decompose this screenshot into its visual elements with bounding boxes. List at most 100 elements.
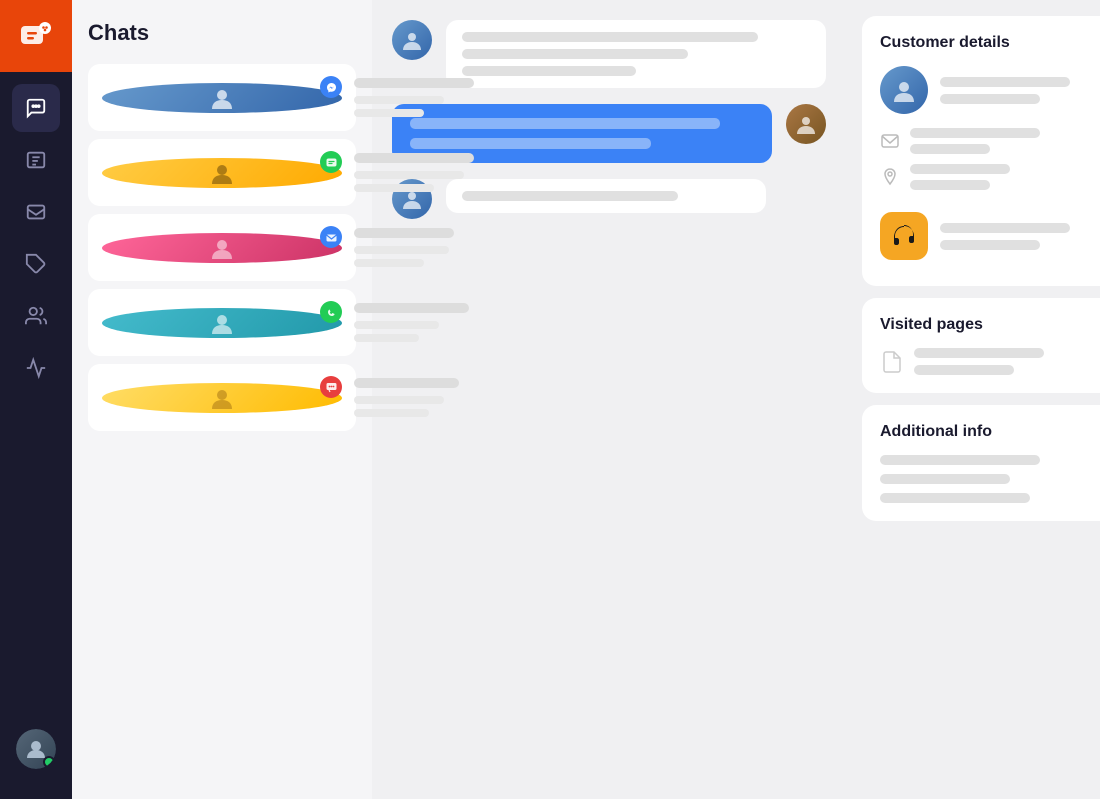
customer-details-title: Customer details — [880, 34, 1100, 52]
email-bar2 — [910, 144, 990, 154]
customer-name-bars — [940, 77, 1070, 104]
page-title: Chats — [88, 20, 356, 46]
email-badge — [320, 226, 342, 248]
sidebar-item-chats[interactable] — [12, 84, 60, 132]
contact-location-bars — [910, 164, 1010, 190]
sidebar — [0, 0, 72, 799]
email-icon — [325, 231, 338, 244]
email-bar — [910, 128, 1040, 138]
sidebar-item-teams[interactable] — [12, 292, 60, 340]
msg-avatar — [392, 20, 432, 60]
chat-msg-bar2 — [354, 109, 424, 117]
document-icon-svg — [880, 350, 904, 374]
msg-line-blue — [410, 118, 720, 129]
chat-item[interactable] — [88, 139, 356, 206]
location-icon-svg — [880, 167, 900, 187]
email-icon-svg — [880, 131, 900, 151]
sidebar-item-inbox[interactable] — [12, 188, 60, 236]
chat-msg-bar — [354, 96, 444, 104]
reports-icon — [25, 357, 47, 379]
customer-details-card: Customer details — [862, 16, 1100, 286]
sidebar-item-reports[interactable] — [12, 344, 60, 392]
chat-avatar — [102, 233, 342, 263]
sidebar-item-coupons[interactable] — [12, 240, 60, 288]
location-bar — [910, 164, 1010, 174]
right-panel: Customer details — [846, 0, 1100, 799]
chat-msg-bar — [354, 321, 439, 329]
chat-info — [354, 228, 454, 267]
chat-name-bar — [354, 378, 459, 388]
online-status-dot — [43, 756, 55, 768]
location-bar2 — [910, 180, 990, 190]
user-avatar[interactable] — [16, 729, 56, 769]
sidebar-item-tickets[interactable] — [12, 136, 60, 184]
headphones-icon — [890, 222, 918, 250]
document-icon — [880, 350, 904, 374]
whatsapp-icon — [325, 306, 338, 319]
messenger-badge — [320, 76, 342, 98]
visited-page-bars — [914, 348, 1100, 375]
chat-item[interactable] — [88, 214, 356, 281]
teams-icon — [25, 305, 47, 327]
chat-avatar — [102, 308, 342, 338]
chat-msg-bar — [354, 246, 449, 254]
sms-icon — [325, 381, 338, 394]
chat-avatar — [102, 158, 342, 188]
additional-bar-3 — [880, 493, 1030, 503]
msg-avatar-face — [400, 28, 424, 52]
chat-list-panel: Chats — [72, 0, 372, 799]
visited-url-bar — [914, 348, 1044, 358]
avatar-face-4 — [207, 308, 237, 338]
chat-item[interactable] — [88, 364, 356, 431]
msg-avatar-face-2 — [794, 112, 818, 136]
coupons-icon — [25, 253, 47, 275]
customer-subtitle-bar — [940, 94, 1040, 104]
sms-badge — [320, 376, 342, 398]
msg-bubble — [446, 20, 826, 88]
chat-msg-bar2 — [354, 259, 424, 267]
chat-avatar — [102, 83, 342, 113]
msg-line — [462, 49, 688, 59]
additional-bar-1 — [880, 455, 1040, 465]
email-icon — [880, 131, 900, 151]
location-icon — [880, 167, 900, 187]
message-icon — [325, 156, 338, 169]
chat-info — [354, 378, 459, 417]
additional-info-title: Additional info — [880, 423, 1100, 441]
tickets-icon — [25, 149, 47, 171]
chat-name-bar — [354, 303, 469, 313]
app-name-bar — [940, 223, 1070, 233]
app-logo[interactable] — [0, 0, 72, 72]
visited-url-bar2 — [914, 365, 1014, 375]
chat-msg-bar2 — [354, 334, 419, 342]
chat-msg-bar — [354, 171, 464, 179]
avatar-face-5 — [207, 383, 237, 413]
messenger-icon — [325, 81, 338, 94]
app-section — [880, 204, 1100, 268]
msg-line — [462, 32, 758, 42]
customer-name-bar — [940, 77, 1070, 87]
msg-line-blue — [410, 138, 651, 149]
chat-item[interactable] — [88, 64, 356, 131]
chat-list — [88, 64, 356, 439]
chat-name-bar — [354, 153, 474, 163]
contact-email-row — [880, 128, 1100, 154]
chat-name-bar — [354, 78, 474, 88]
msg-bubble-small — [446, 179, 766, 213]
main-content: Chats — [72, 0, 1100, 799]
chat-msg-bar2 — [354, 409, 429, 417]
visited-pages-title: Visited pages — [880, 316, 1100, 334]
app-desc-bar — [940, 240, 1040, 250]
additional-info-bars — [880, 455, 1100, 503]
avatar-face-1 — [207, 83, 237, 113]
msg-bubble-group — [446, 20, 826, 88]
chat-item[interactable] — [88, 289, 356, 356]
customer-contact-info — [880, 128, 1100, 190]
msg-line — [462, 191, 678, 201]
chat-avatar — [102, 383, 342, 413]
inbox-icon — [25, 201, 47, 223]
chat-msg-bar — [354, 396, 444, 404]
customer-top-row — [880, 66, 1100, 114]
additional-info-card: Additional info — [862, 405, 1100, 521]
contact-location-row — [880, 164, 1100, 190]
